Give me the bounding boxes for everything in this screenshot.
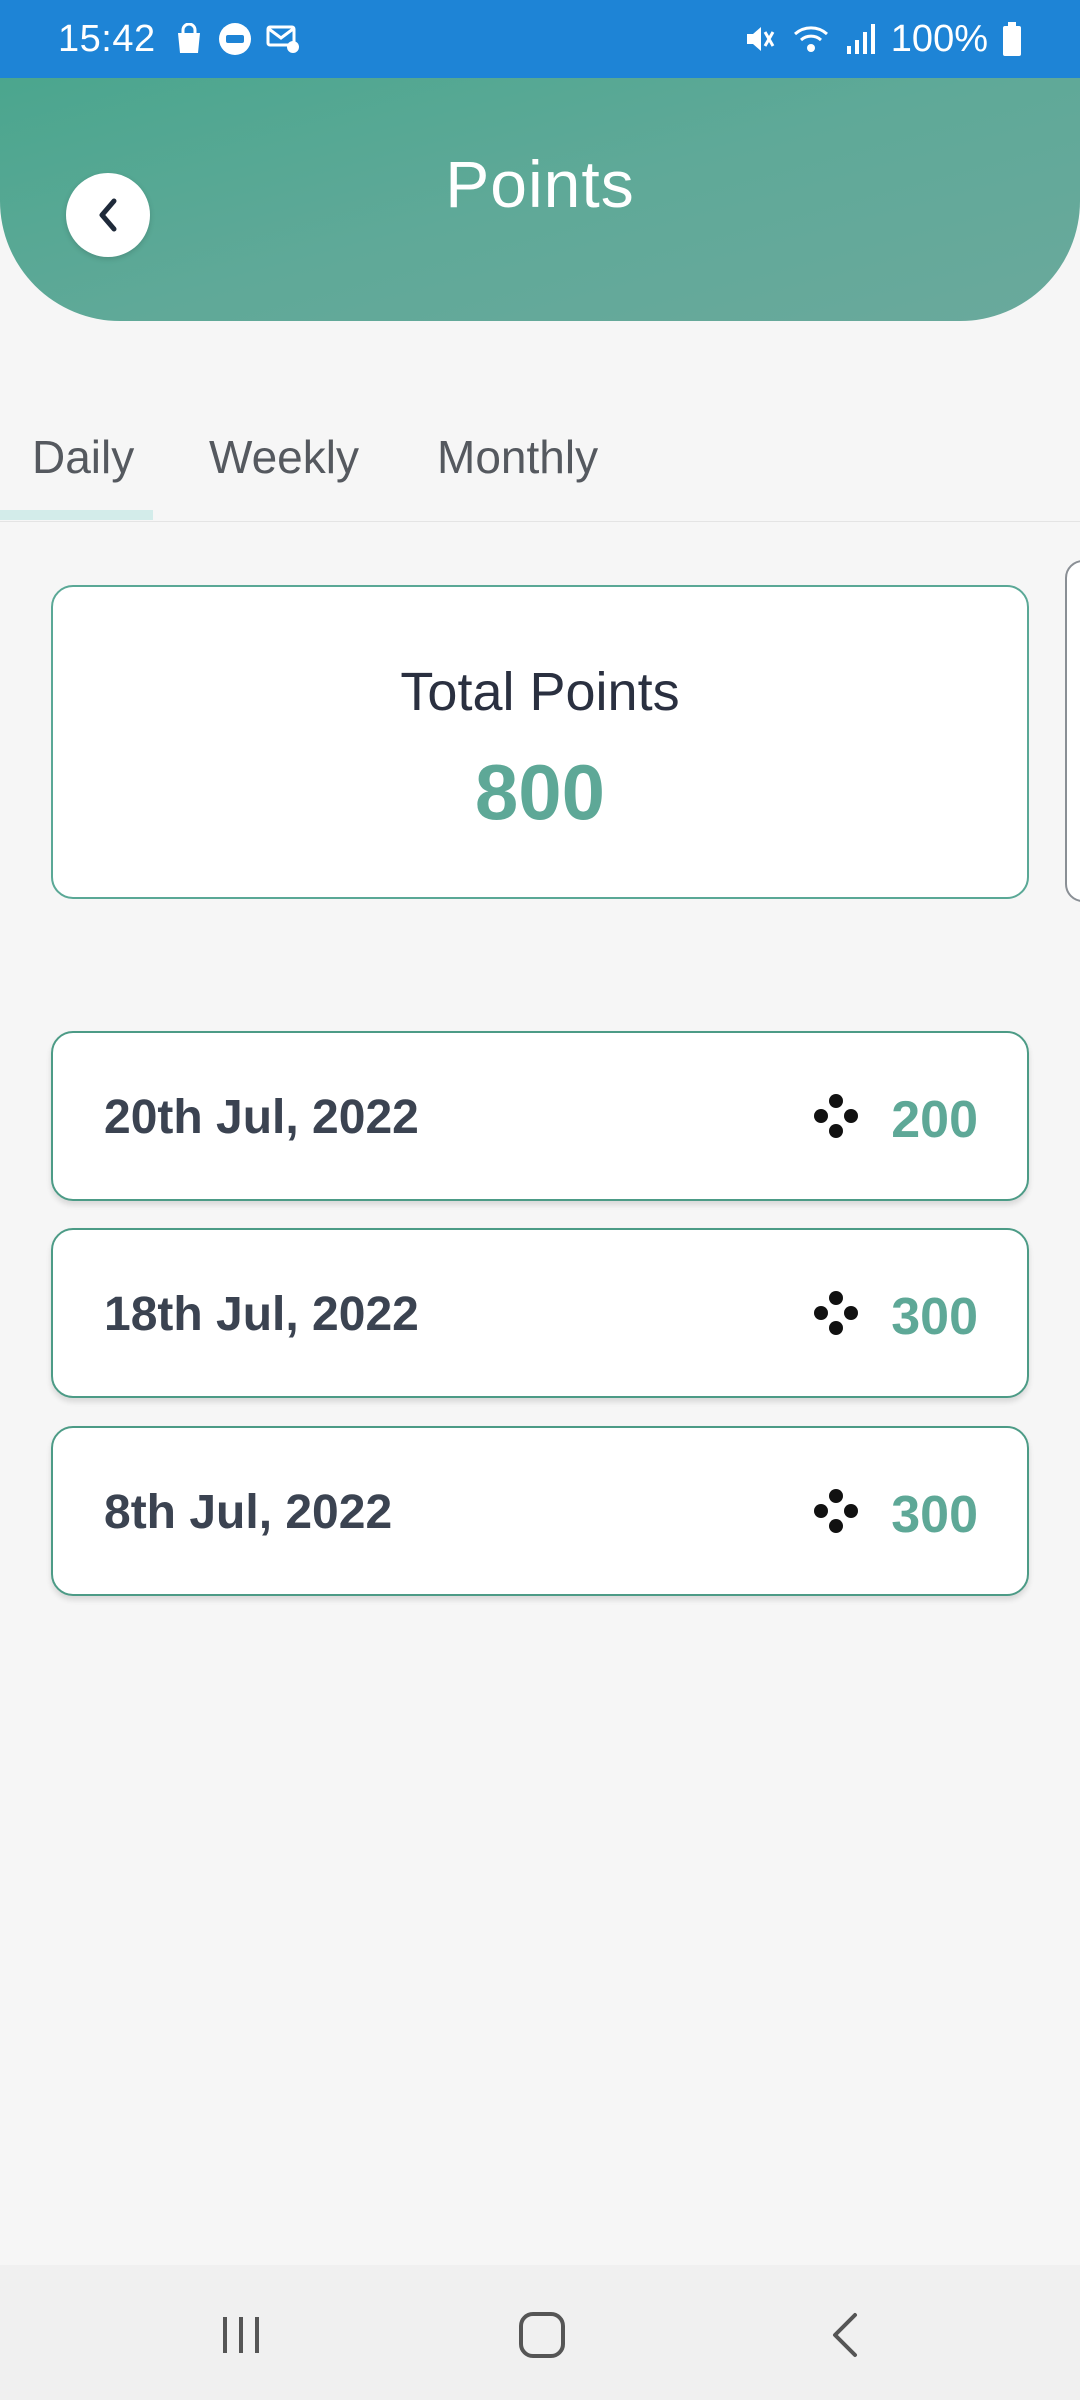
status-system-icons: 100% — [743, 18, 1022, 61]
points-cluster-icon — [814, 1489, 858, 1533]
header: Points — [0, 78, 1080, 321]
nav-back-button[interactable] — [810, 2300, 880, 2370]
status-time: 15:42 — [58, 17, 156, 60]
points-cluster-icon — [814, 1094, 858, 1138]
back-icon — [833, 2313, 857, 2357]
total-points-value: 800 — [474, 748, 606, 836]
tab-indicator — [0, 510, 153, 520]
list-item[interactable]: 18th Jul, 2022 300 — [51, 1228, 1029, 1398]
tab-monthly[interactable]: Monthly — [437, 430, 598, 484]
status-notification-icons — [174, 22, 302, 56]
wifi-icon — [791, 22, 831, 56]
entry-date: 18th Jul, 2022 — [104, 1288, 419, 1341]
next-card-peek[interactable] — [1065, 560, 1080, 902]
list-item[interactable]: 8th Jul, 2022 300 — [51, 1426, 1029, 1596]
home-button[interactable] — [507, 2300, 577, 2370]
entry-points: 300 — [891, 1486, 978, 1544]
period-tabs: Daily Weekly Monthly — [0, 400, 1080, 522]
tab-weekly[interactable]: Weekly — [209, 430, 359, 484]
entry-points: 300 — [891, 1288, 978, 1346]
tab-daily[interactable]: Daily — [32, 430, 134, 484]
total-points-label: Total Points — [400, 662, 680, 722]
mail-settings-icon — [266, 23, 302, 55]
points-cluster-icon — [814, 1291, 858, 1335]
battery-percent: 100% — [890, 17, 988, 60]
system-nav-bar — [0, 2265, 1080, 2400]
pay-icon — [218, 22, 252, 56]
home-icon — [519, 2312, 565, 2358]
mute-icon — [743, 22, 777, 56]
list-item[interactable]: 20th Jul, 2022 200 — [51, 1031, 1029, 1201]
recent-apps-button[interactable] — [206, 2300, 276, 2370]
status-bar: 15:42 100% — [0, 0, 1080, 78]
recent-apps-icon — [223, 2317, 259, 2353]
entry-date: 20th Jul, 2022 — [104, 1091, 419, 1144]
entry-points: 200 — [891, 1091, 978, 1149]
entry-date: 8th Jul, 2022 — [104, 1486, 393, 1539]
battery-icon — [1002, 21, 1022, 57]
shopping-bag-icon — [174, 23, 204, 55]
signal-icon — [845, 22, 877, 56]
page-title: Points — [445, 147, 635, 221]
total-points-card: Total Points 800 — [51, 585, 1029, 899]
